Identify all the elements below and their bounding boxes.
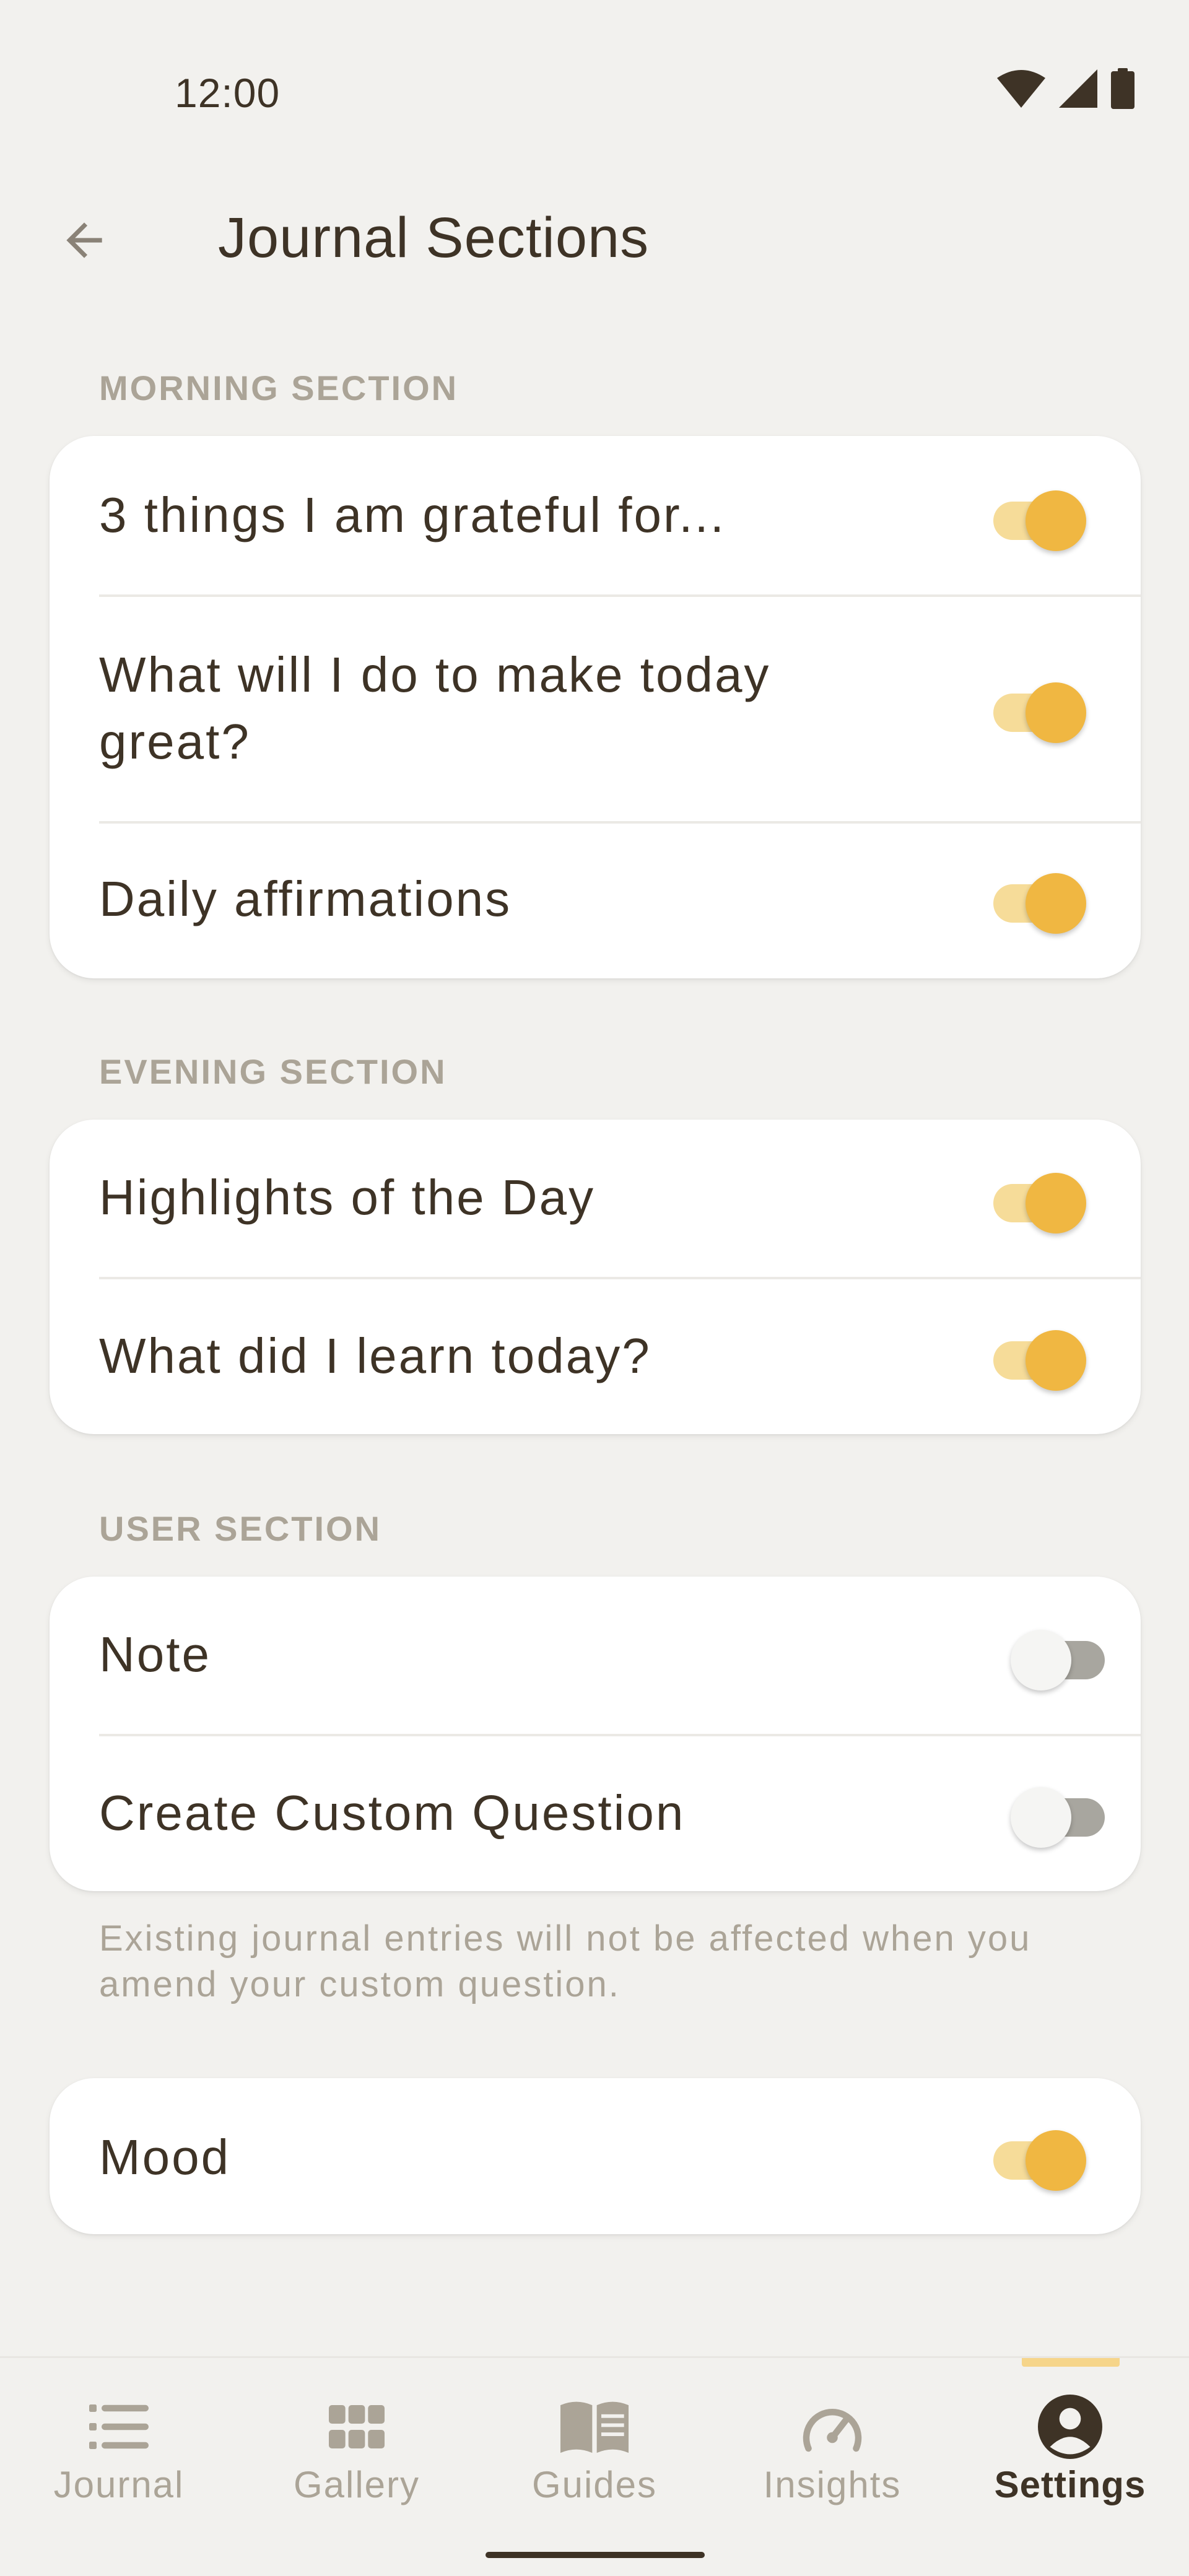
nav-item-settings[interactable]: Settings (951, 2358, 1189, 2519)
top-app-bar: Journal Sections (0, 186, 1189, 285)
journal-sections-screen: 12:00 Journal Sections MORNING SECTION 3… (0, 0, 1189, 2576)
toggle-highlights[interactable] (981, 1160, 1086, 1235)
morning-section-header: MORNING SECTION (99, 368, 459, 407)
nav-label: Journal (53, 2464, 185, 2505)
list-item[interactable]: Daily affirmations (50, 821, 1141, 978)
nav-label: Insights (763, 2464, 902, 2505)
switch-thumb (1011, 1787, 1071, 1848)
item-label-daily-affirmations: Daily affirmations (99, 871, 512, 926)
nav-item-insights[interactable]: Insights (713, 2358, 951, 2519)
cell-signal-icon (1059, 69, 1097, 108)
list-item[interactable]: Note (50, 1577, 1141, 1734)
toggle-learn-today[interactable] (981, 1318, 1086, 1392)
item-label-custom-question: Create Custom Question (99, 1785, 686, 1840)
item-label-make-today-great: What will I do to make today great? (99, 642, 770, 775)
label-line: great? (99, 714, 251, 769)
nav-label: Gallery (293, 2464, 420, 2505)
toggle-note[interactable] (1011, 1617, 1116, 1692)
switch-thumb (1011, 1630, 1071, 1690)
list-item[interactable]: What did I learn today? (50, 1277, 1141, 1434)
bottom-navigation: Journal Gallery Guides Insights Settings (0, 2356, 1189, 2576)
wifi-icon (997, 70, 1045, 108)
item-label-highlights: Highlights of the Day (99, 1170, 596, 1225)
custom-question-footnote: Existing journal entries will not be aff… (99, 1918, 1032, 2004)
switch-thumb (1026, 682, 1086, 743)
user-section-header: USER SECTION (99, 1509, 382, 1548)
item-label-grateful: 3 things I am grateful for... (99, 487, 726, 542)
toggle-mood[interactable] (981, 2118, 1086, 2192)
status-time: 12:00 (175, 70, 281, 116)
toggle-make-today-great[interactable] (981, 670, 1086, 744)
toggle-grateful[interactable] (981, 478, 1086, 552)
list-item[interactable]: Create Custom Question (50, 1734, 1141, 1891)
back-button[interactable] (42, 198, 126, 282)
nav-item-guides[interactable]: Guides (476, 2358, 713, 2519)
switch-thumb (1026, 1173, 1086, 1234)
evening-section-card: Highlights of the Day What did I learn t… (50, 1120, 1141, 1434)
nav-label: Guides (531, 2464, 658, 2505)
page-title: Journal Sections (218, 206, 650, 269)
switch-thumb (1026, 1330, 1086, 1391)
list-item[interactable]: Mood (50, 2078, 1141, 2234)
morning-section-card: 3 things I am grateful for... What will … (50, 436, 1141, 978)
grid-icon (323, 2393, 391, 2461)
toggle-daily-affirmations[interactable] (981, 861, 1086, 935)
item-label-note: Note (99, 1627, 211, 1682)
arrow-back-icon (66, 222, 102, 258)
list-item[interactable]: Highlights of the Day (50, 1120, 1141, 1277)
book-icon (560, 2393, 629, 2461)
switch-thumb (1026, 490, 1086, 551)
toggle-custom-question[interactable] (1011, 1775, 1116, 1849)
account-circle-icon (1036, 2393, 1104, 2461)
item-label-mood: Mood (99, 2130, 231, 2185)
gesture-handle[interactable] (486, 2552, 705, 2558)
user-section-card: Note Create Custom Question (50, 1577, 1141, 1891)
battery-icon (1111, 68, 1135, 109)
list-item[interactable]: What will I do to make today great? (50, 594, 1141, 821)
gauge-icon (798, 2393, 866, 2461)
status-bar: 12:00 (0, 0, 1189, 186)
nav-item-journal[interactable]: Journal (0, 2358, 238, 2519)
list-icon (85, 2393, 153, 2461)
label-line: What will I do to make today (99, 647, 771, 702)
status-icons (997, 68, 1135, 109)
mood-card: Mood (50, 2078, 1141, 2234)
evening-section-header: EVENING SECTION (99, 1052, 447, 1091)
item-label-learn-today: What did I learn today? (99, 1328, 651, 1383)
list-item[interactable]: 3 things I am grateful for... (50, 436, 1141, 594)
nav-label: Settings (994, 2464, 1146, 2505)
nav-item-gallery[interactable]: Gallery (238, 2358, 476, 2519)
switch-thumb (1026, 2130, 1086, 2191)
switch-thumb (1026, 873, 1086, 934)
